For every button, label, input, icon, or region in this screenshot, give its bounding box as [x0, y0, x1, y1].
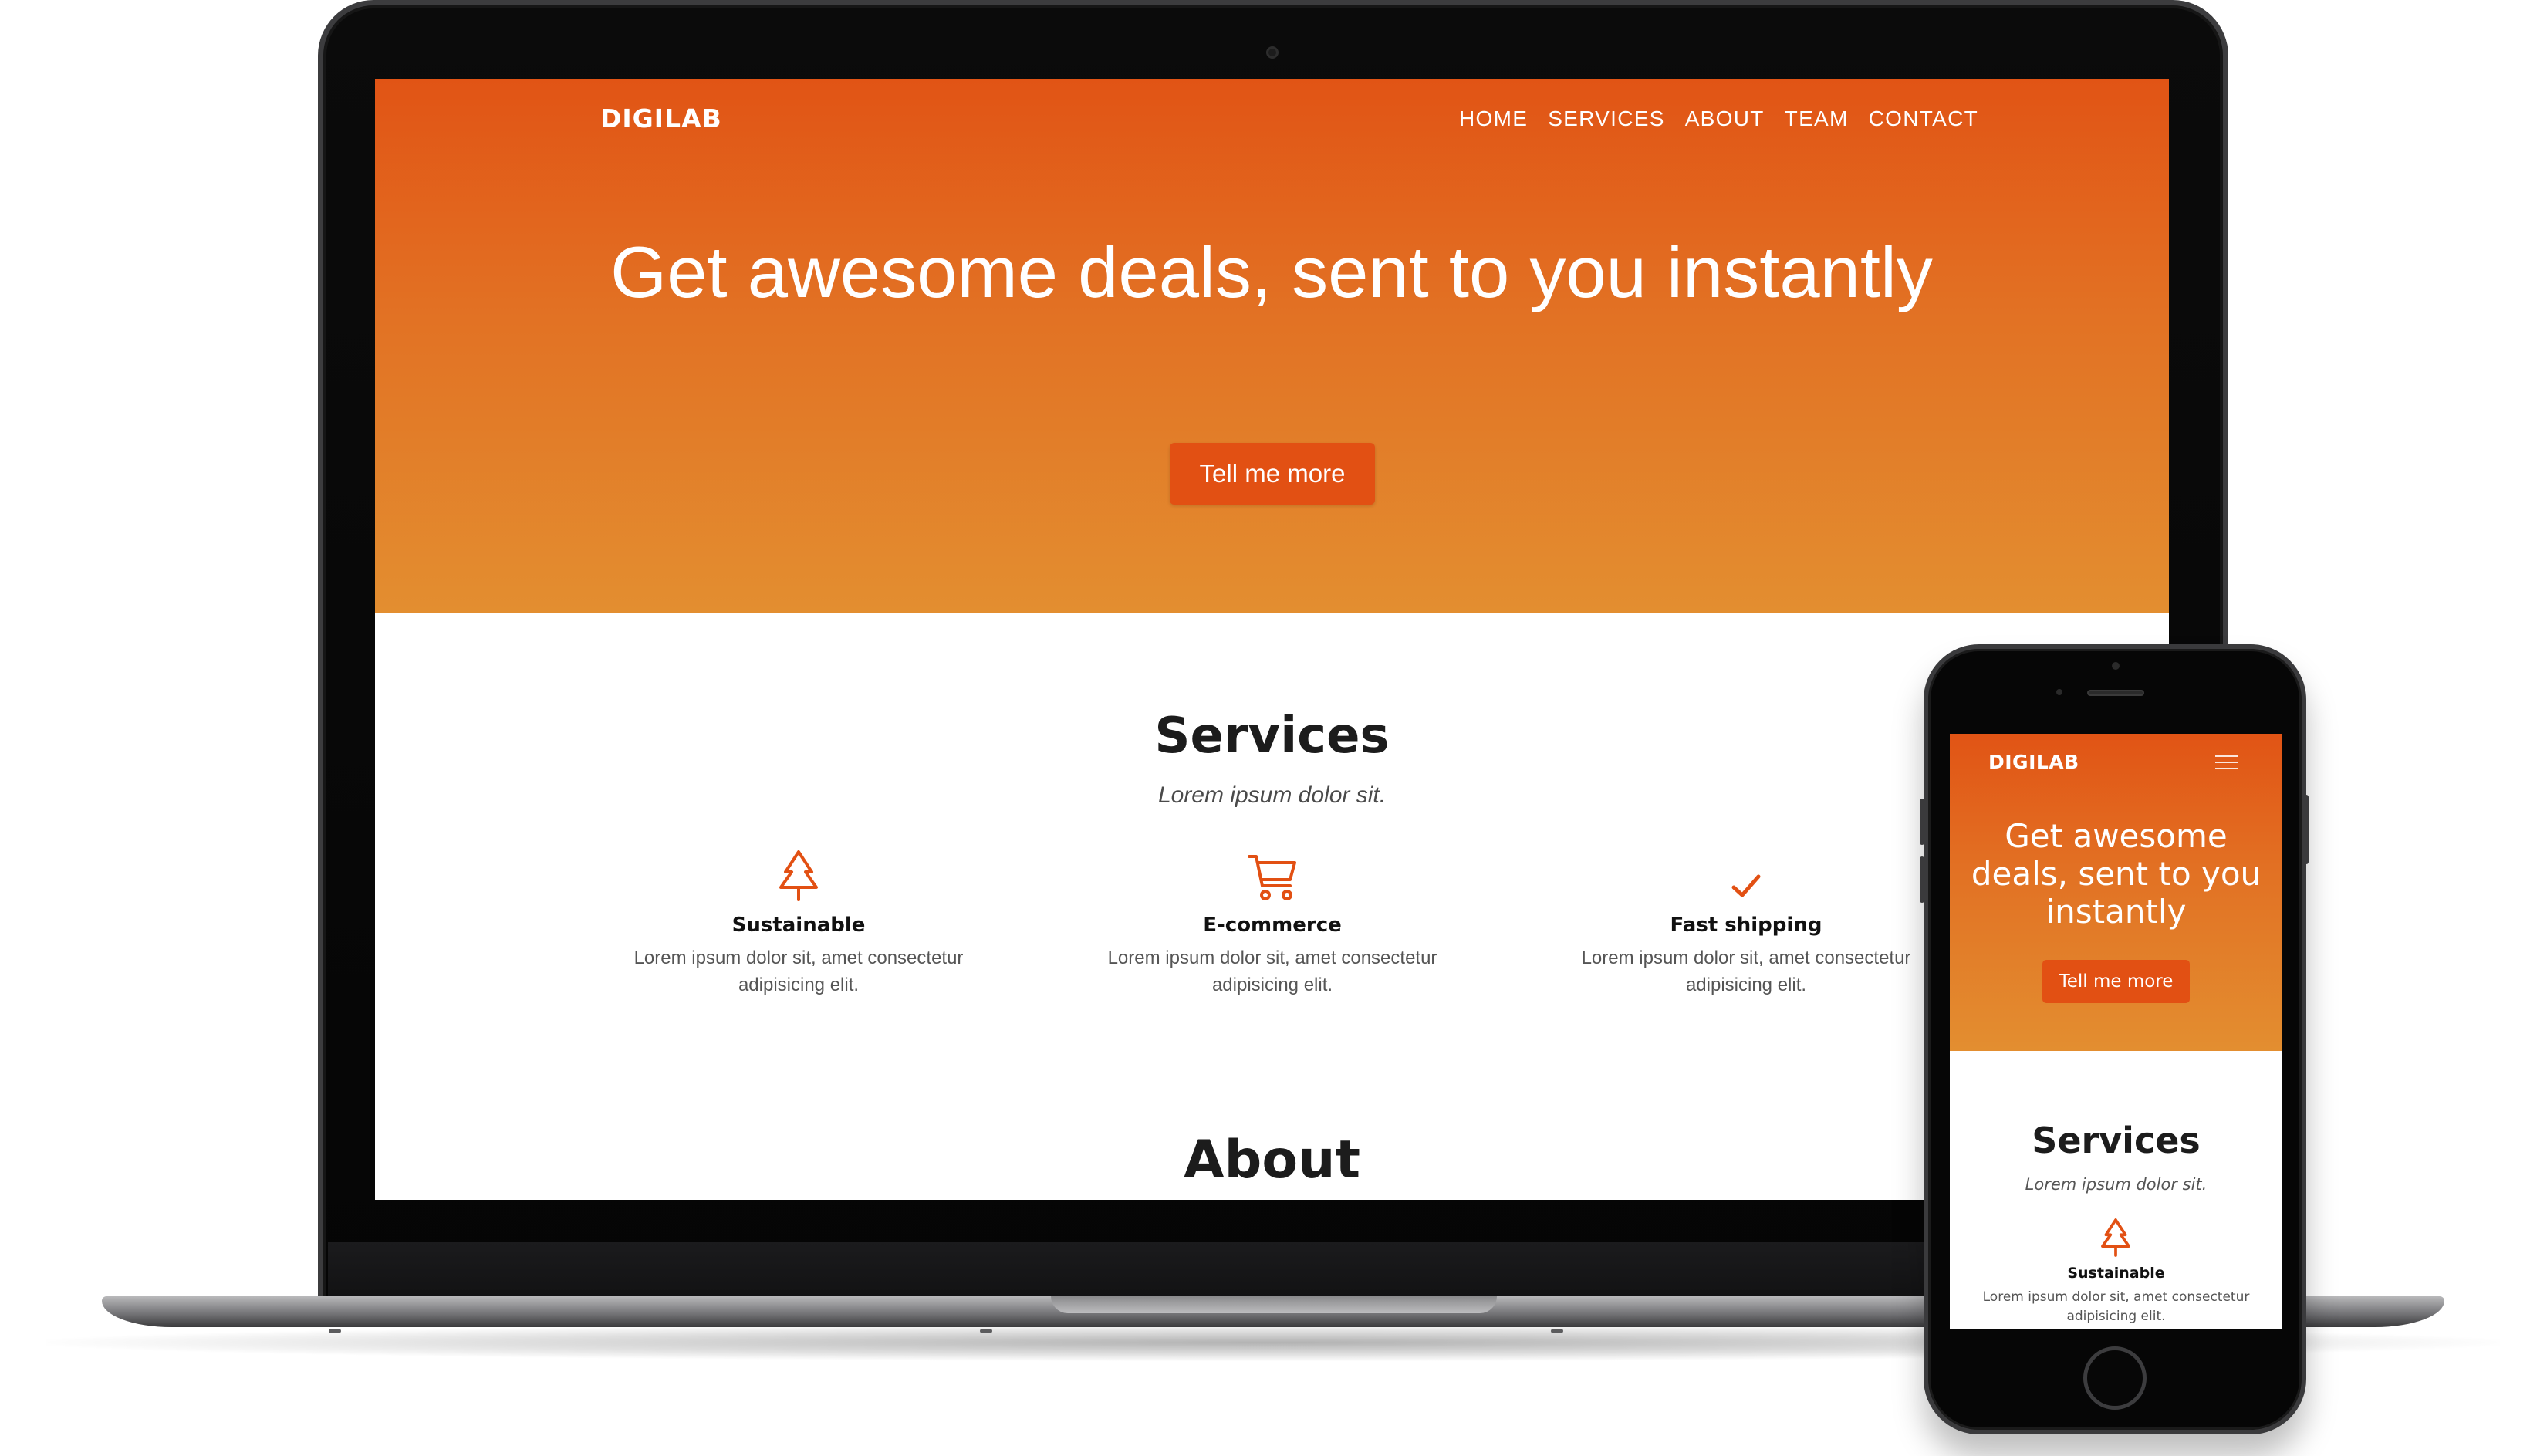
phone-home-button[interactable]	[2083, 1346, 2147, 1410]
feature-description: Lorem ipsum dolor sit, amet consectetur …	[1107, 948, 1437, 995]
feature-description: Lorem ipsum dolor sit, amet consectetur …	[633, 948, 964, 995]
laptop-camera	[1266, 46, 1279, 59]
feature-name: Fast shipping	[1670, 914, 1822, 937]
tell-me-more-button[interactable]: Tell me more	[1170, 443, 1375, 505]
brand-logo[interactable]: DIGILAB	[600, 103, 722, 133]
feature-name: E-commerce	[1203, 914, 1342, 937]
mobile-feature-description: Lorem ipsum dolor sit, amet consectetur …	[1982, 1289, 2250, 1324]
phone-front-camera	[2112, 662, 2120, 670]
phone-speaker	[2087, 690, 2144, 696]
laptop-screen: DIGILAB HOME SERVICES ABOUT TEAM CONTACT…	[375, 79, 2169, 1200]
hero-section: DIGILAB HOME SERVICES ABOUT TEAM CONTACT…	[375, 79, 2169, 613]
laptop-foot	[1551, 1329, 1563, 1333]
phone-volume-button	[1920, 799, 1924, 845]
about-title: About	[1184, 1130, 1360, 1191]
services-subtitle: Lorem ipsum dolor sit.	[1157, 782, 1387, 808]
hero-headline: Get awesome deals, sent to you instantly	[610, 231, 1933, 312]
laptop-hinge-notch	[1051, 1296, 1497, 1313]
phone-screen: DIGILAB Get awesome deals, sent to you i…	[1950, 734, 2282, 1329]
phone-sensor	[2056, 689, 2062, 695]
nav-contact[interactable]: CONTACT	[1869, 106, 1978, 131]
mobile-hero-section: DIGILAB Get awesome deals, sent to you i…	[1950, 734, 2282, 1051]
feature-fast-shipping: Fast shipping Lorem ipsum dolor sit, ame…	[1553, 843, 1939, 998]
mobile-brand-logo[interactable]: DIGILAB	[1988, 751, 2079, 773]
mobile-services-subtitle: Lorem ipsum dolor sit.	[2025, 1175, 2208, 1194]
main-nav: HOME SERVICES ABOUT TEAM CONTACT	[1459, 106, 1998, 131]
feature-sustainable: Sustainable Lorem ipsum dolor sit, amet …	[606, 843, 991, 998]
phone-power-button	[2304, 795, 2309, 864]
mobile-services-title: Services	[2032, 1120, 2201, 1161]
feature-description: Lorem ipsum dolor sit, amet consectetur …	[1581, 948, 1911, 995]
tree-icon	[606, 843, 991, 903]
mobile-hero-headline: Get awesome deals, sent to you instantly	[1971, 817, 2262, 931]
device-mockup-scene: DIGILAB HOME SERVICES ABOUT TEAM CONTACT…	[0, 0, 2547, 1456]
nav-home[interactable]: HOME	[1459, 106, 1528, 131]
mobile-tell-me-more-button[interactable]: Tell me more	[2042, 960, 2190, 1003]
nav-about[interactable]: ABOUT	[1685, 106, 1765, 131]
tree-icon	[2096, 1218, 2135, 1258]
laptop-foot	[980, 1329, 992, 1333]
nav-services[interactable]: SERVICES	[1548, 106, 1665, 131]
feature-name: Sustainable	[731, 914, 866, 937]
mobile-feature-name: Sustainable	[2067, 1265, 2165, 1282]
nav-team[interactable]: TEAM	[1785, 106, 1849, 131]
phone-volume-button	[1920, 856, 1924, 903]
check-icon	[1553, 843, 1939, 903]
feature-e-commerce: E-commerce Lorem ipsum dolor sit, amet c…	[1079, 843, 1465, 998]
hamburger-menu-icon[interactable]	[2215, 754, 2238, 771]
laptop-foot	[329, 1329, 341, 1333]
cart-icon	[1079, 843, 1465, 903]
services-title: Services	[1154, 708, 1390, 765]
